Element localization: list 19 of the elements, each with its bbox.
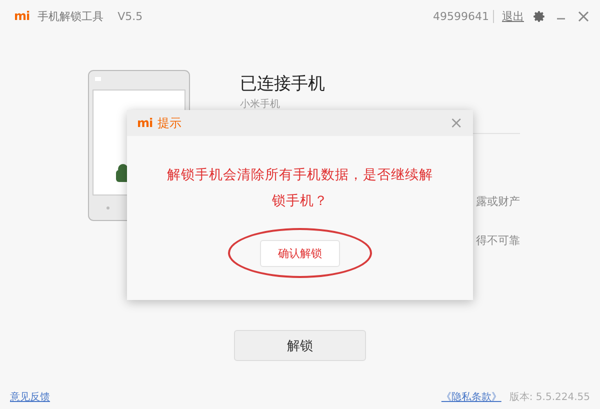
unlock-button[interactable]: 解锁 — [234, 330, 366, 361]
version-label: V5.5 — [118, 10, 143, 22]
close-button[interactable]: × — [450, 115, 463, 131]
dialog-logo: mi — [137, 116, 153, 130]
feedback-link[interactable]: 意见反馈 — [10, 390, 50, 404]
app-title: 手机解锁工具 — [38, 8, 104, 24]
warning-message: 解锁手机会清除所有手机数据，是否继续解锁手机？ — [166, 166, 434, 211]
build-version: 版本: 5.5.224.55 — [509, 390, 590, 404]
account-id: 49599641 — [433, 10, 494, 22]
logout-link[interactable]: 退出 — [502, 8, 524, 24]
warning-text: 得不可靠 — [476, 233, 520, 248]
settings-icon[interactable] — [532, 9, 546, 23]
warning-text: 露或财产 — [476, 194, 520, 209]
privacy-link[interactable]: 《隐私条款》 — [441, 390, 502, 404]
device-heading: 已连接手机 — [240, 73, 326, 95]
logo: mi — [14, 9, 30, 23]
close-icon[interactable] — [576, 9, 590, 23]
dialog-title: 提示 — [158, 114, 182, 132]
confirm-button[interactable]: 确认解锁 — [260, 240, 340, 266]
